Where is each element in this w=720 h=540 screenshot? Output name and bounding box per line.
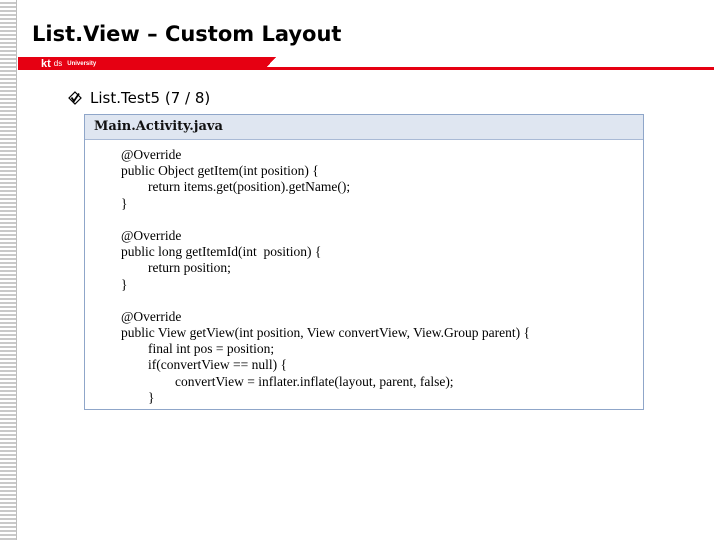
code-line: public Object getItem(int position) { (121, 163, 319, 179)
logo-university-text: University (67, 60, 97, 67)
code-line: } (121, 389, 155, 405)
code-body: @Override public Object getItem(int posi… (85, 140, 643, 406)
logo-ds-text: ds (53, 59, 63, 68)
bullet-text: List.Test5 (7 / 8) (90, 89, 211, 107)
diamond-checkmark-bullet-icon (68, 91, 82, 105)
code-line: return items.get(position).getName(); (121, 179, 351, 195)
code-line: if(convertView == null) { (121, 357, 287, 373)
code-line: return position; (121, 260, 231, 276)
code-line: } (121, 195, 128, 211)
header-red-line (264, 67, 714, 70)
code-filename: Main.Activity.java (85, 115, 643, 140)
code-line: public long getItemId(int position) { (121, 244, 322, 260)
code-line: final int pos = position; (121, 341, 275, 357)
code-line: convertView = inflater.inflate(layout, p… (121, 373, 454, 389)
left-stripe-decoration (0, 0, 17, 540)
bullet-item: List.Test5 (7 / 8) (68, 89, 210, 107)
page-title: List.View – Custom Layout (32, 22, 342, 46)
code-line: } (121, 276, 128, 292)
code-line: @Override (121, 227, 182, 243)
code-line: @Override (121, 308, 182, 324)
kt-ds-university-logo: kt ds University (41, 57, 96, 70)
logo-kt-text: kt (41, 57, 51, 70)
code-box: Main.Activity.java @Override public Obje… (84, 114, 644, 410)
code-line: public View getView(int position, View c… (121, 325, 530, 341)
code-line: @Override (121, 147, 182, 162)
